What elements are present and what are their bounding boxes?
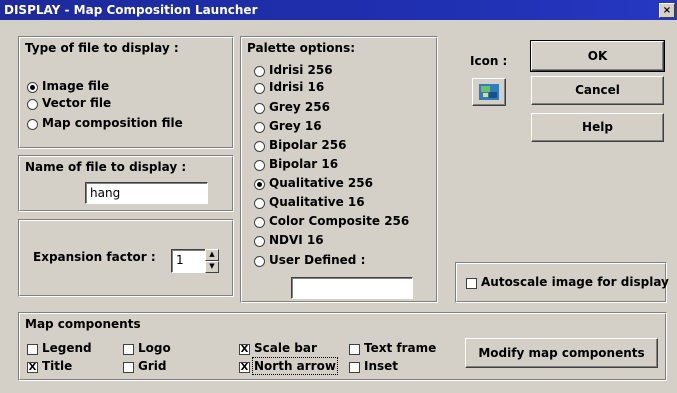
palette-radio[interactable] bbox=[254, 217, 265, 228]
image-icon bbox=[479, 84, 499, 100]
palette-option-label: Color Composite 256 bbox=[269, 214, 410, 228]
palette-icon-button[interactable] bbox=[472, 78, 506, 106]
close-icon[interactable]: × bbox=[659, 3, 675, 18]
radio-label: Image file bbox=[42, 79, 110, 93]
component-checkbox[interactable] bbox=[349, 344, 360, 355]
palette-radio[interactable] bbox=[254, 141, 265, 152]
palette-radio[interactable] bbox=[254, 66, 265, 77]
palette-option-label: Idrisi 256 bbox=[269, 63, 333, 77]
component-checkbox[interactable] bbox=[349, 362, 360, 373]
palette-radio[interactable] bbox=[254, 103, 265, 114]
expansion-label: Expansion factor : bbox=[33, 250, 156, 264]
component-checkbox[interactable]: X bbox=[239, 344, 250, 355]
icon-label: Icon : bbox=[470, 54, 508, 68]
palette-radio[interactable] bbox=[254, 236, 265, 247]
radio-vector-file[interactable] bbox=[27, 99, 38, 110]
component-label: Legend bbox=[42, 341, 92, 355]
ok-button[interactable]: OK bbox=[530, 40, 665, 72]
map-components-heading: Map components bbox=[25, 317, 141, 331]
component-checkbox[interactable]: X bbox=[239, 362, 250, 373]
file-name-input[interactable]: hang bbox=[85, 182, 208, 204]
component-label: Grid bbox=[138, 359, 167, 373]
palette-heading: Palette options: bbox=[247, 41, 356, 55]
radio-image-file[interactable] bbox=[27, 82, 38, 93]
palette-option-label: Qualitative 16 bbox=[269, 195, 365, 209]
component-checkbox[interactable]: X bbox=[27, 362, 38, 373]
radio-label: Vector file bbox=[42, 96, 112, 110]
expansion-group: Expansion factor : 1 ▲ ▼ bbox=[18, 219, 234, 297]
file-type-group: Type of file to display : Image file Vec… bbox=[18, 36, 234, 149]
component-checkbox[interactable] bbox=[123, 362, 134, 373]
help-button[interactable]: Help bbox=[531, 113, 664, 142]
component-label: Scale bar bbox=[254, 341, 317, 355]
spin-up-button[interactable]: ▲ bbox=[205, 249, 219, 261]
palette-option-label: NDVI 16 bbox=[269, 233, 324, 247]
palette-option-label: Grey 16 bbox=[269, 119, 322, 133]
palette-option-label: Qualitative 256 bbox=[269, 176, 373, 190]
modify-map-components-button[interactable]: Modify map components bbox=[465, 338, 658, 368]
file-name-group: Name of file to display : hang bbox=[18, 155, 234, 212]
component-checkbox[interactable] bbox=[27, 344, 38, 355]
palette-radio[interactable] bbox=[254, 198, 265, 209]
palette-option-label: Bipolar 16 bbox=[269, 157, 339, 171]
expansion-input[interactable]: 1 bbox=[171, 249, 207, 273]
map-components-group: Map components Legend X Title Logo Grid X Scal… bbox=[18, 312, 667, 381]
file-type-heading: Type of file to display : bbox=[25, 41, 179, 55]
palette-option-label: User Defined : bbox=[269, 253, 366, 267]
user-defined-input[interactable] bbox=[291, 277, 413, 299]
palette-option-label: Idrisi 16 bbox=[269, 80, 325, 94]
autoscale-checkbox[interactable] bbox=[466, 278, 477, 289]
title-bar: DISPLAY - Map Composition Launcher × bbox=[0, 0, 677, 20]
file-name-heading: Name of file to display : bbox=[25, 160, 187, 174]
component-checkbox[interactable] bbox=[123, 344, 134, 355]
palette-radio[interactable] bbox=[254, 122, 265, 133]
expansion-spinner: ▲ ▼ bbox=[205, 249, 219, 273]
radio-label: Map composition file bbox=[42, 116, 183, 130]
component-label: Text frame bbox=[364, 341, 437, 355]
component-label: Logo bbox=[138, 341, 171, 355]
palette-radio[interactable] bbox=[254, 179, 265, 190]
spin-down-button[interactable]: ▼ bbox=[205, 261, 219, 273]
component-label: North arrow bbox=[252, 357, 338, 375]
palette-radio[interactable] bbox=[254, 83, 265, 94]
cancel-button[interactable]: Cancel bbox=[531, 76, 664, 105]
palette-option-label: Grey 256 bbox=[269, 100, 330, 114]
component-label: Title bbox=[42, 359, 73, 373]
window-title: DISPLAY - Map Composition Launcher bbox=[4, 3, 258, 17]
autoscale-label: Autoscale image for display bbox=[481, 275, 669, 289]
palette-option-label: Bipolar 256 bbox=[269, 138, 347, 152]
radio-map-composition-file[interactable] bbox=[27, 119, 38, 130]
autoscale-group: Autoscale image for display bbox=[455, 262, 669, 303]
palette-radio[interactable] bbox=[254, 160, 265, 171]
palette-group: Palette options: Idrisi 256 Idrisi 16 Grey… bbox=[240, 36, 438, 303]
palette-radio[interactable] bbox=[254, 256, 265, 267]
component-label: Inset bbox=[364, 359, 399, 373]
